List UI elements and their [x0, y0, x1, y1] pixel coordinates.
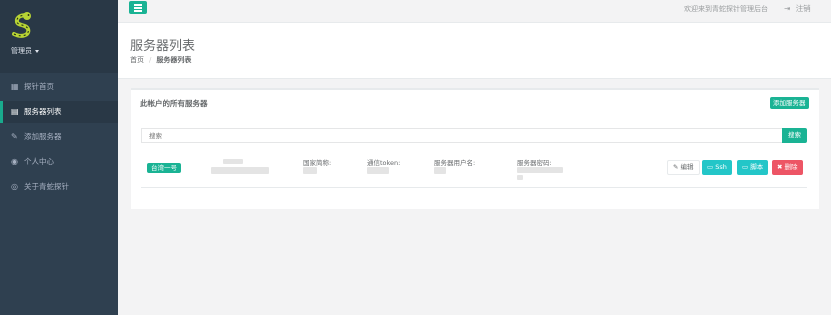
sidebar-item-about[interactable]: ◎ 关于青蛇探针	[0, 176, 118, 198]
user-role-menu[interactable]: 管理员	[11, 46, 39, 56]
country-value-redacted	[303, 167, 317, 174]
edit-button[interactable]: ✎ 编辑	[667, 160, 700, 175]
token-label: 通信token:	[367, 159, 401, 167]
breadcrumb: 首页 / 服务器列表	[130, 55, 191, 65]
password-label: 服务器密码:	[517, 159, 552, 167]
page-title: 服务器列表	[130, 39, 196, 54]
pencil-icon: ✎	[673, 163, 679, 171]
server-name-badge: 台湾一号	[147, 163, 181, 173]
breadcrumb-current: 服务器列表	[156, 56, 192, 64]
sidebar-item-profile[interactable]: ◉ 个人中心	[0, 151, 118, 173]
username-label: 服务器用户名:	[434, 159, 476, 167]
eye-icon: ◎	[11, 182, 18, 191]
sidebar-item-probe-home[interactable]: ▦ 探针首页	[0, 76, 118, 98]
panel-title: 此帐户的所有服务器	[140, 99, 208, 108]
script-button[interactable]: ▭ 脚本	[737, 160, 769, 175]
sidebar-item-add-server[interactable]: ✎ 添加服务器	[0, 126, 118, 148]
desktop-icon: ▭	[742, 163, 749, 171]
sidebar-item-server-list[interactable]: ▤ 服务器列表	[0, 101, 118, 123]
menu-toggle-button[interactable]	[129, 1, 147, 14]
caret-down-icon	[35, 49, 39, 53]
ssh-button[interactable]: ▭ Ssh	[702, 160, 732, 175]
snake-logo-icon	[12, 12, 31, 38]
add-server-button[interactable]: 添加服务器	[770, 97, 809, 109]
logout-label: 注销	[795, 4, 811, 13]
search-input[interactable]	[141, 128, 783, 143]
delete-button[interactable]: ✖ 删除	[772, 160, 803, 175]
server-panel: 此帐户的所有服务器 添加服务器 搜索 台湾一号 国家简称: 通信token: 服…	[131, 88, 819, 209]
country-label: 国家简称:	[303, 159, 332, 167]
close-icon: ✖	[777, 163, 783, 171]
username-value-redacted	[434, 167, 446, 174]
hamburger-icon	[134, 4, 142, 6]
welcome-message: 欢迎来到青蛇探针管理后台	[684, 5, 768, 13]
ip-label-redacted	[223, 159, 243, 164]
sidebar: 管理员 ▦ 探针首页 ▤ 服务器列表 ✎ 添加服务器 ◉ 个人中心 ◎ 关于青蛇…	[0, 0, 118, 315]
sign-out-icon: ⇥	[784, 4, 791, 13]
top-navbar: 欢迎来到青蛇探针管理后台 ⇥ 注销	[118, 0, 831, 23]
page-heading: 服务器列表 首页 / 服务器列表	[118, 23, 831, 79]
password-value-redacted	[517, 167, 563, 173]
edit-icon: ✎	[11, 132, 18, 141]
server-row: 台湾一号 国家简称: 通信token: 服务器用户名: 服务器密码: ✎ 编辑 …	[141, 153, 807, 188]
user-circle-icon: ◉	[11, 157, 18, 166]
desktop-icon: ▭	[707, 163, 714, 171]
logout-link[interactable]: ⇥ 注销	[784, 3, 811, 14]
search-button[interactable]: 搜索	[782, 128, 807, 143]
ip-value-redacted	[211, 167, 269, 174]
sidebar-profile: 管理员	[0, 0, 118, 73]
grid-icon: ▦	[11, 82, 19, 91]
token-value-redacted	[367, 167, 389, 174]
user-role-label: 管理员	[11, 47, 32, 55]
table-icon: ▤	[11, 107, 19, 116]
breadcrumb-separator: /	[149, 56, 152, 64]
breadcrumb-home[interactable]: 首页	[130, 56, 144, 64]
